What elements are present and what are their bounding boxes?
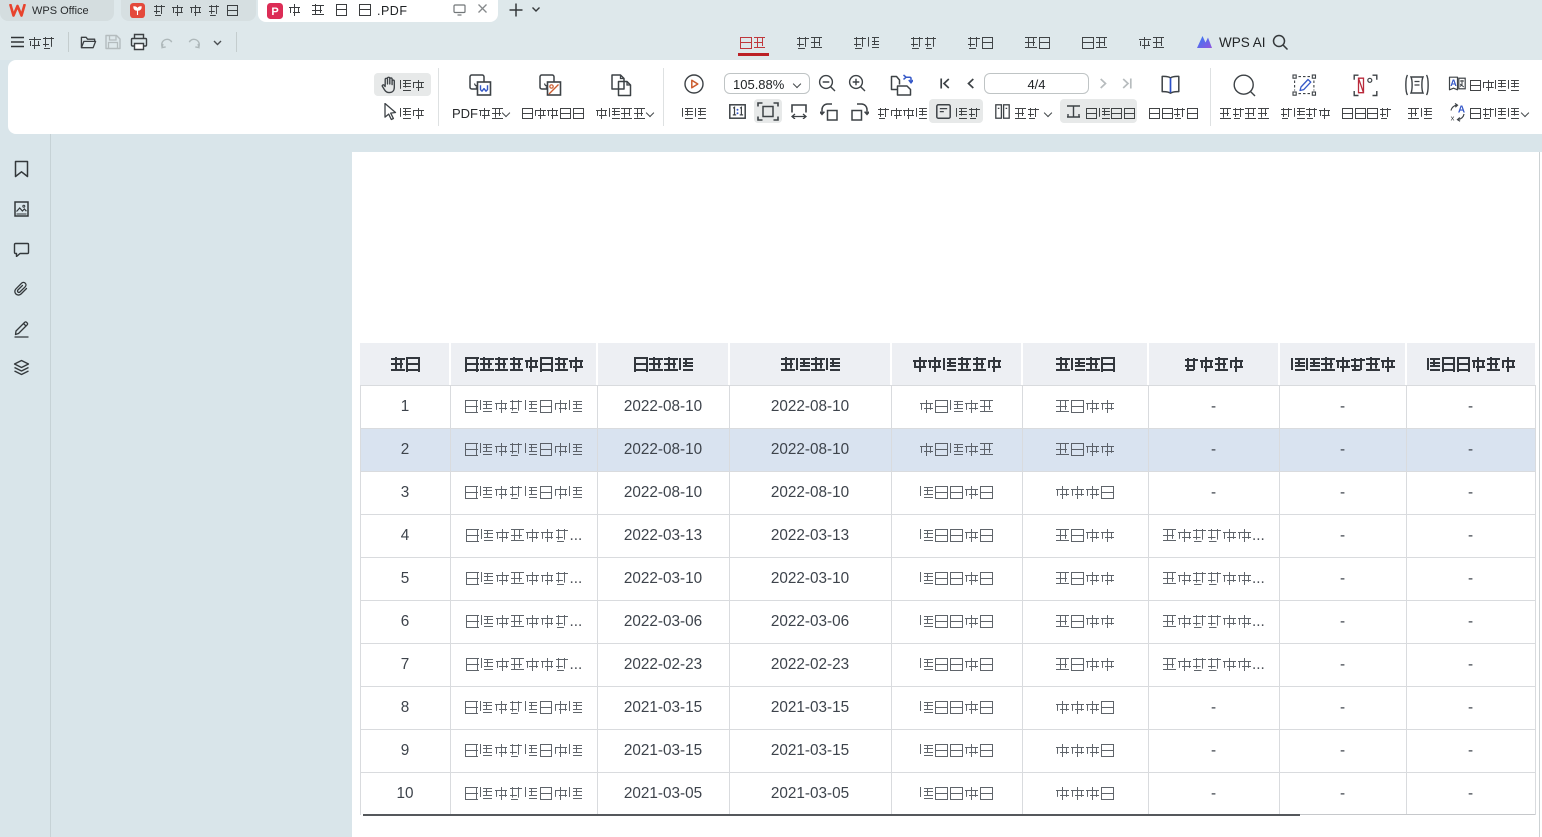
svg-text:x: x (1451, 114, 1455, 123)
svg-text:P: P (271, 6, 278, 18)
svg-text:A: A (1450, 78, 1457, 88)
svg-text:A: A (1458, 105, 1465, 116)
